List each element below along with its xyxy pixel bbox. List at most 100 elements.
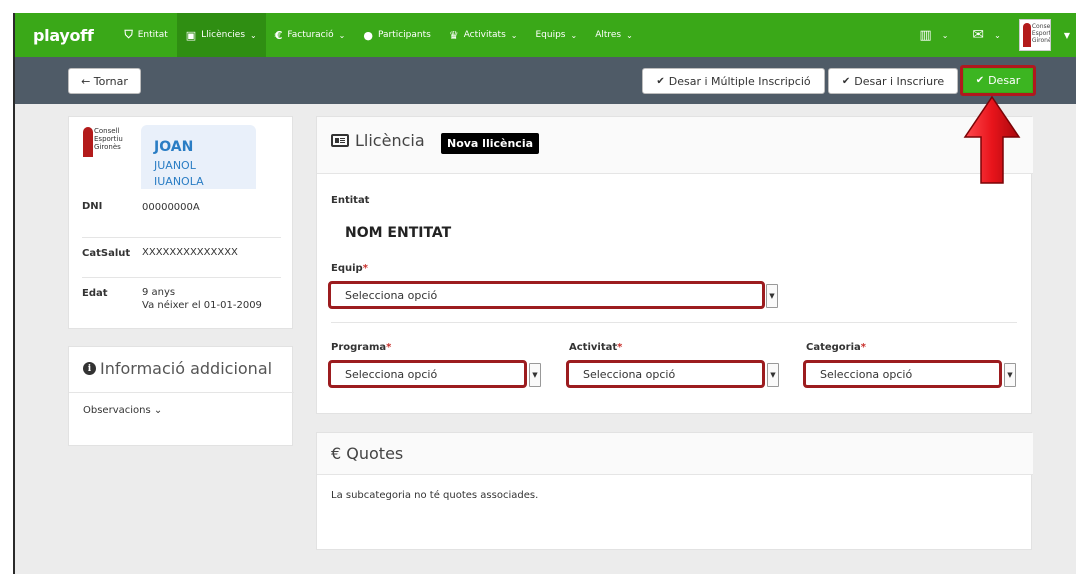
- participant-surname-1: JUANOL: [154, 159, 196, 172]
- entitat-name: NOM ENTITAT: [345, 225, 452, 241]
- field-value: 9 anys Va néixer el 01-01-2009: [142, 278, 262, 321]
- licence-title: Llicència: [331, 131, 425, 150]
- participant-name: JOAN: [154, 139, 194, 155]
- annotation-arrow-icon: [963, 95, 1021, 184]
- check-icon: ✔: [841, 75, 851, 87]
- nav-item-altres[interactable]: Altres ⌄: [586, 13, 642, 57]
- nav-item-equips[interactable]: Equips ⌄: [526, 13, 586, 57]
- nav-item-label: Equips: [535, 30, 566, 40]
- save-and-inscribe-button[interactable]: ✔ Desar i Inscriure: [828, 68, 958, 94]
- action-toolbar: ← Tornar ✔ Desar i Múltiple Inscripció ✔…: [13, 57, 1076, 104]
- activitat-select[interactable]: Selecciona opció: [566, 360, 765, 388]
- programa-select[interactable]: Selecciona opció: [328, 360, 527, 388]
- chevron-down-icon: ⌄: [510, 30, 518, 40]
- chevron-down-icon: ⌄: [570, 30, 578, 40]
- field-row-edat: Edat 9 anys Va néixer el 01-01-2009: [82, 277, 281, 321]
- nav-item-participants[interactable]: ● Participants: [354, 13, 439, 57]
- quotes-message: La subcategoria no té quotes associades.: [331, 490, 539, 501]
- additional-info-card: i Informació addicional Observacions ⌄: [68, 346, 294, 446]
- brand-logo[interactable]: playoff: [33, 26, 94, 45]
- save-button[interactable]: ✔ Desar: [960, 65, 1036, 96]
- divider: [69, 392, 294, 393]
- required-mark: *: [617, 342, 623, 353]
- new-licence-badge: Nova llicència: [441, 133, 540, 154]
- nav-item-label: Facturació: [287, 30, 334, 40]
- envelope-icon: ✉: [972, 27, 985, 43]
- main-content: Consell Esportiu Gironès JOAN JUANOL JUA…: [13, 104, 1076, 574]
- age-value: 9 anys: [142, 287, 176, 298]
- entitat-label: Entitat: [331, 195, 370, 206]
- field-value: XXXXXXXXXXXXXX: [142, 247, 238, 258]
- quotes-card: € Quotes La subcategoria no té quotes as…: [316, 432, 1033, 550]
- nav-item-label: Llicències: [201, 30, 246, 40]
- trophy-icon: ♛: [448, 28, 459, 42]
- nav-item-facturacio[interactable]: € Facturació ⌄: [266, 13, 355, 57]
- euro-icon: €: [274, 28, 283, 42]
- button-label: Desar i Inscriure: [854, 74, 945, 88]
- nav-item-label: Participants: [377, 30, 431, 40]
- additional-info-title: i Informació addicional: [83, 359, 272, 378]
- field-key: Edat: [82, 288, 108, 299]
- birth-date: Va néixer el 01-01-2009: [142, 300, 262, 311]
- shield-icon: ⛉: [124, 28, 133, 41]
- chevron-down-icon: ⌄: [626, 30, 633, 40]
- nav-messages-menu[interactable]: ✉ ⌄: [960, 13, 1012, 57]
- required-mark: *: [362, 263, 368, 274]
- field-row-dni: DNI 00000000A: [82, 199, 281, 231]
- button-label: Desar: [988, 74, 1021, 87]
- chevron-down-icon[interactable]: ▼: [767, 363, 779, 387]
- observations-toggle[interactable]: Observacions ⌄: [83, 405, 162, 416]
- user-icon: ●: [363, 28, 373, 42]
- id-card-icon: ▣: [185, 28, 197, 42]
- chevron-down-icon: ⌄: [250, 30, 257, 40]
- equip-select[interactable]: Selecciona opció: [328, 281, 765, 309]
- field-label-text: Programa: [331, 342, 387, 353]
- field-key: CatSalut: [82, 248, 131, 259]
- chevron-down-icon: ⌄: [941, 30, 949, 40]
- chevron-down-icon[interactable]: ▼: [766, 284, 778, 308]
- participant-surname-2: JUANOLA: [154, 175, 204, 185]
- chevron-down-icon[interactable]: ▼: [1064, 31, 1070, 40]
- required-mark: *: [386, 342, 392, 353]
- bar-chart-icon: ▥: [919, 27, 932, 43]
- nav-item-entitat[interactable]: ⛉ Entitat: [116, 13, 177, 57]
- field-label-text: Equip: [331, 263, 363, 274]
- field-row-catsalut: CatSalut XXXXXXXXXXXXXX: [82, 237, 281, 273]
- save-button-inner: ✔ Desar: [964, 69, 1032, 92]
- back-button[interactable]: ← Tornar: [68, 68, 141, 94]
- nav-item-label: Entitat: [137, 30, 168, 40]
- logo-text: Consell Esportiu Gironès: [94, 127, 123, 151]
- check-icon: ✔: [975, 75, 985, 86]
- nav-stats-menu[interactable]: ▥ ⌄: [907, 13, 960, 57]
- licence-card: Llicència Nova llicència Entitat NOM ENT…: [316, 116, 1033, 414]
- save-and-multiple-inscription-button[interactable]: ✔ Desar i Múltiple Inscripció: [642, 68, 825, 94]
- logo-figure: [1022, 23, 1031, 47]
- entity-logo: Consell Esportiu Gironès: [81, 125, 129, 163]
- chevron-down-icon[interactable]: ▼: [529, 363, 541, 387]
- field-key: DNI: [82, 201, 103, 212]
- activitat-label: Activitat*: [569, 342, 622, 353]
- check-icon: ✔: [656, 75, 665, 87]
- divider: [331, 322, 1017, 323]
- licence-title-label: Llicència: [355, 131, 425, 150]
- field-label-text: Categoria: [806, 342, 861, 353]
- top-navbar: playoff ⛉ Entitat ▣ Llicències ⌄ € Factu…: [13, 13, 1076, 57]
- logo-figure: [83, 127, 93, 157]
- id-card-icon: [331, 134, 349, 147]
- additional-info-label: Informació addicional: [100, 359, 273, 378]
- chevron-down-icon[interactable]: ▼: [1004, 363, 1016, 387]
- nav-item-label: Altres: [595, 30, 622, 40]
- participant-header: Consell Esportiu Gironès JOAN JUANOL JUA…: [69, 117, 294, 189]
- button-label: Desar i Múltiple Inscripció: [668, 74, 811, 88]
- programa-label: Programa*: [331, 342, 391, 353]
- nav-item-activitats[interactable]: ♛ Activitats ⌄: [440, 13, 527, 57]
- field-label-text: Activitat: [569, 342, 618, 353]
- chevron-down-icon: ⌄: [994, 30, 1001, 40]
- chevron-down-icon: ⌄: [338, 30, 346, 40]
- quotes-header: € Quotes: [317, 433, 1033, 475]
- logo-text: Consell Esportiu Gironès: [1031, 23, 1051, 44]
- categoria-select[interactable]: Selecciona opció: [803, 360, 1002, 388]
- required-mark: *: [860, 342, 867, 353]
- nav-item-llicencies[interactable]: ▣ Llicències ⌄: [176, 13, 266, 57]
- user-menu-logo[interactable]: Consell Esportiu Gironès: [1018, 19, 1051, 51]
